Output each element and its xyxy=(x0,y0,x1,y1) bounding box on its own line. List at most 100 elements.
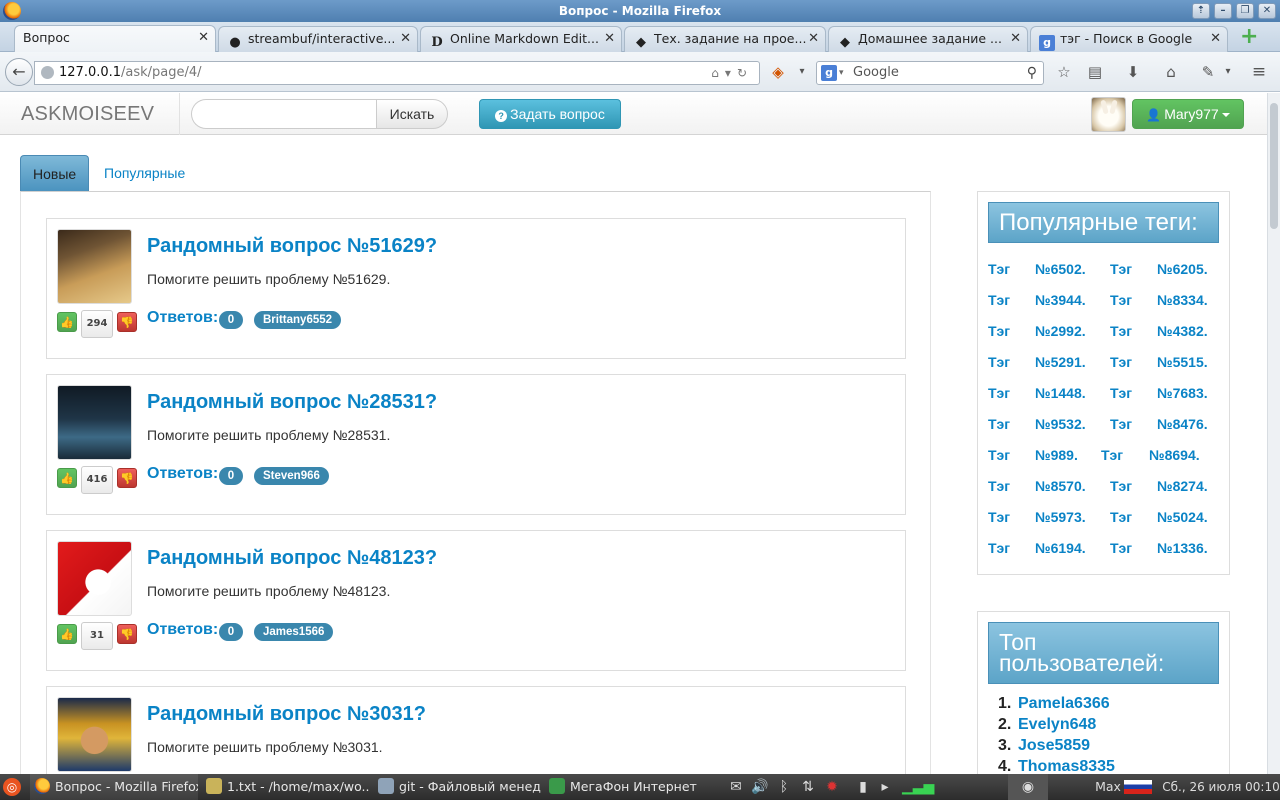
tag-word[interactable]: Тэг xyxy=(988,292,1010,308)
session-user[interactable]: Max xyxy=(1094,774,1122,800)
tag-word[interactable]: Тэг xyxy=(988,385,1010,401)
author-badge[interactable]: Steven966 xyxy=(254,467,329,485)
tag-number[interactable]: №8570. xyxy=(1035,478,1086,494)
tag-number[interactable]: №8694. xyxy=(1149,447,1200,463)
user-link[interactable]: Thomas8335 xyxy=(1018,758,1115,774)
keyboard-layout-flag-icon[interactable] xyxy=(1124,780,1152,794)
bluetooth-icon[interactable]: ᛒ xyxy=(776,774,792,800)
tag-word[interactable]: Тэг xyxy=(988,478,1010,494)
mail-icon[interactable]: ✉ xyxy=(726,774,746,800)
browser-tab[interactable]: ◆ Тех. задание на прое... ✕ xyxy=(624,26,826,52)
avatar[interactable] xyxy=(57,385,132,460)
close-icon[interactable]: ✕ xyxy=(808,27,819,51)
tag-number[interactable]: №989. xyxy=(1035,447,1078,463)
tag-word[interactable]: Тэг xyxy=(1101,447,1123,463)
firefox-logo-icon[interactable] xyxy=(3,2,21,20)
taskbar-item[interactable]: МегаФон Интернет xyxy=(545,774,715,800)
menu-icon[interactable]: ≡ xyxy=(1249,62,1269,82)
tag-number[interactable]: №4382. xyxy=(1157,323,1208,339)
browser-tab-active[interactable]: Вопрос ✕ xyxy=(14,25,216,53)
tag-word[interactable]: Тэг xyxy=(988,447,1010,463)
tag-word[interactable]: Тэг xyxy=(1110,385,1132,401)
browser-tab[interactable]: ● streambuf/interactive... ✕ xyxy=(218,26,418,52)
taskbar-item[interactable]: git - Файловый менед... xyxy=(374,774,542,800)
system-monitor-icon[interactable]: ▁▃▅ xyxy=(902,774,934,800)
tag-word[interactable]: Тэг xyxy=(1110,323,1132,339)
thumbs-up-icon[interactable]: 👍 xyxy=(57,624,77,644)
thumbs-up-icon[interactable]: 👍 xyxy=(57,468,77,488)
tag-number[interactable]: №1448. xyxy=(1035,385,1086,401)
browser-tab[interactable]: D Online Markdown Edit... ✕ xyxy=(420,26,622,52)
tag-number[interactable]: №6502. xyxy=(1035,261,1086,277)
ask-question-button[interactable]: ? Задать вопрос xyxy=(479,99,621,129)
download-icon[interactable]: ⬇ xyxy=(1123,62,1143,82)
tag-word[interactable]: Тэг xyxy=(988,323,1010,339)
chevron-right-icon[interactable]: ▸ xyxy=(876,774,894,800)
addon-icon[interactable]: ✎ xyxy=(1198,62,1218,82)
thumbs-up-icon[interactable]: 👍 xyxy=(57,312,77,332)
tag-word[interactable]: Тэг xyxy=(988,261,1010,277)
tag-word[interactable]: Тэг xyxy=(988,416,1010,432)
avatar[interactable] xyxy=(57,229,132,304)
bookmark-star-icon[interactable]: ☆ xyxy=(1054,62,1074,82)
tag-word[interactable]: Тэг xyxy=(1110,509,1132,525)
user-link[interactable]: Jose5859 xyxy=(1018,737,1090,754)
window-maximize-button[interactable]: ❐ xyxy=(1236,3,1254,19)
question-title[interactable]: Рандомный вопрос №3031? xyxy=(147,703,426,726)
site-brand[interactable]: ASKMOISEEV xyxy=(21,103,154,126)
tag-number[interactable]: №2992. xyxy=(1035,323,1086,339)
update-icon[interactable]: ✹ xyxy=(822,774,842,800)
thumbs-down-icon[interactable]: 👎 xyxy=(117,624,137,644)
page-scrollbar[interactable] xyxy=(1267,93,1280,774)
tag-word[interactable]: Тэг xyxy=(1110,540,1132,556)
thumbs-down-icon[interactable]: 👎 xyxy=(117,468,137,488)
clock[interactable]: Сб., 26 июля 00:10 xyxy=(1162,774,1280,800)
tag-word[interactable]: Тэг xyxy=(1110,354,1132,370)
search-button[interactable]: Искать xyxy=(376,99,448,129)
close-icon[interactable]: ✕ xyxy=(198,26,209,50)
tag-number[interactable]: №5291. xyxy=(1035,354,1086,370)
battery-icon[interactable]: ▮ xyxy=(854,774,872,800)
window-minimize-button[interactable]: – xyxy=(1214,3,1232,19)
back-arrow-icon[interactable]: ← xyxy=(5,58,33,86)
close-icon[interactable]: ✕ xyxy=(604,27,615,51)
search-bar[interactable]: g ▾ Google ⚲ xyxy=(816,61,1044,85)
tag-number[interactable]: №6194. xyxy=(1035,540,1086,556)
tag-word[interactable]: Тэг xyxy=(988,509,1010,525)
firefox-icon[interactable]: ◉ xyxy=(1008,774,1048,800)
taskbar-item[interactable]: 1.txt - /home/max/wo... xyxy=(202,774,370,800)
new-tab-icon[interactable]: + xyxy=(1240,26,1258,48)
tag-word[interactable]: Тэг xyxy=(1110,261,1132,277)
url-bar[interactable]: 127.0.0.1/ask/page/4/ ⌂▾↻ xyxy=(34,61,760,85)
home-icon[interactable]: ⌂ xyxy=(1161,62,1181,82)
avatar[interactable] xyxy=(57,541,132,616)
window-close-button[interactable]: ✕ xyxy=(1258,3,1276,19)
tag-number[interactable]: №5024. xyxy=(1157,509,1208,525)
avatar[interactable] xyxy=(57,697,132,772)
tag-number[interactable]: №8334. xyxy=(1157,292,1208,308)
tag-word[interactable]: Тэг xyxy=(988,354,1010,370)
url-actions[interactable]: ⌂▾↻ xyxy=(711,62,753,84)
search-icon[interactable]: ⚲ xyxy=(1027,62,1037,84)
tag-number[interactable]: №5515. xyxy=(1157,354,1208,370)
site-search-input[interactable] xyxy=(191,99,377,129)
tag-number[interactable]: №9532. xyxy=(1035,416,1086,432)
tab-new[interactable]: Новые xyxy=(20,155,89,191)
taskbar-item[interactable]: Вопрос - Mozilla Firefox xyxy=(30,774,198,800)
scrollbar-thumb[interactable] xyxy=(1270,103,1278,229)
question-title[interactable]: Рандомный вопрос №48123? xyxy=(147,547,437,570)
network-arrows-icon[interactable]: ⇅ xyxy=(798,774,818,800)
author-badge[interactable]: Brittany6552 xyxy=(254,311,342,329)
bookmark-menu-icon[interactable]: ◈ xyxy=(768,62,788,82)
author-badge[interactable]: James1566 xyxy=(254,623,334,641)
chevron-down-icon[interactable]: ▾ xyxy=(792,62,812,82)
close-icon[interactable]: ✕ xyxy=(400,27,411,51)
tag-number[interactable]: №6205. xyxy=(1157,261,1208,277)
thumbs-down-icon[interactable]: 👎 xyxy=(117,312,137,332)
tab-popular[interactable]: Популярные xyxy=(92,155,197,191)
question-title[interactable]: Рандомный вопрос №51629? xyxy=(147,235,437,258)
tag-word[interactable]: Тэг xyxy=(1110,416,1132,432)
tag-number[interactable]: №3944. xyxy=(1035,292,1086,308)
browser-tab[interactable]: g тэг - Поиск в Google ✕ xyxy=(1030,26,1228,52)
user-link[interactable]: Pamela6366 xyxy=(1018,695,1110,712)
